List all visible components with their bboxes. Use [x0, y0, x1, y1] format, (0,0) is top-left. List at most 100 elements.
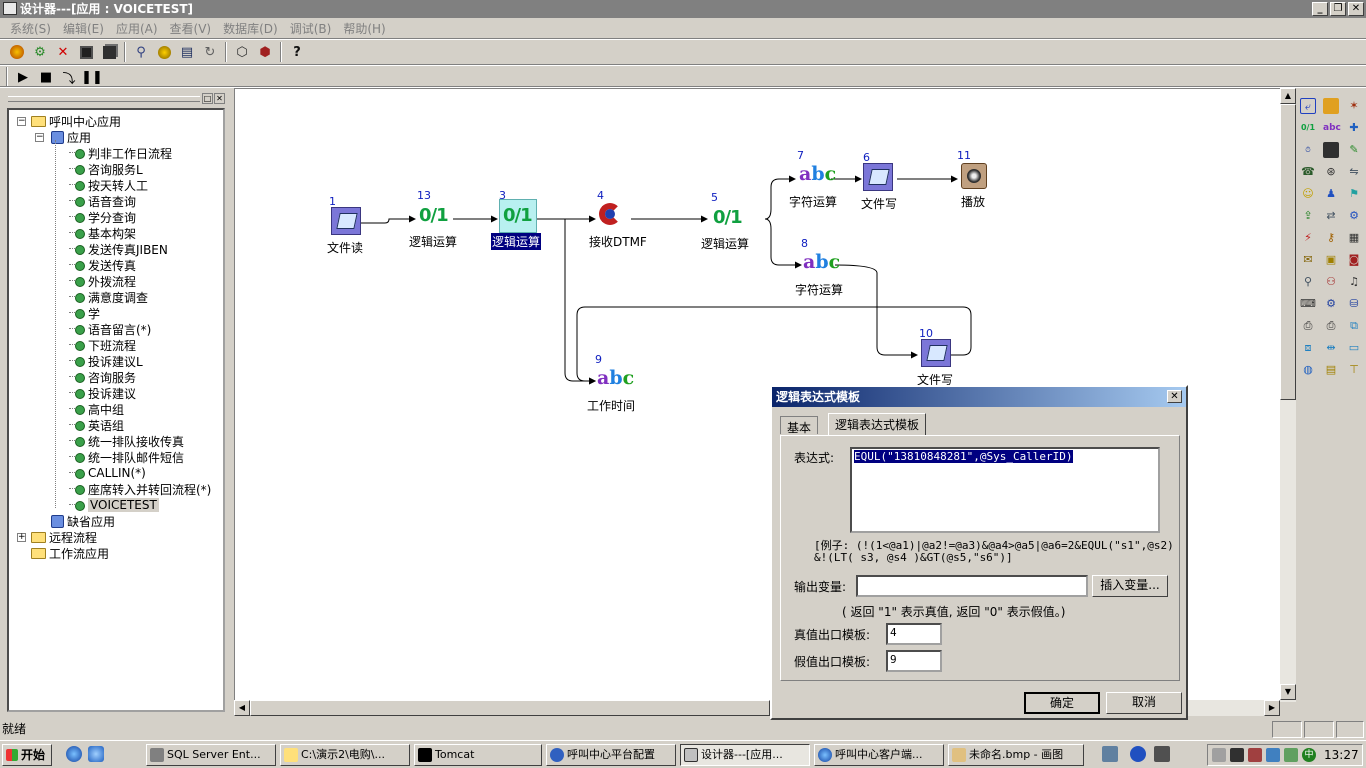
end-icon[interactable]: ⊤: [1346, 362, 1362, 378]
tree-flow-item[interactable]: 统一排队接收传真: [69, 433, 184, 449]
tree-flow-item[interactable]: 按天转人工: [69, 177, 148, 193]
tree-flow-item[interactable]: 学: [69, 305, 100, 321]
ie-icon[interactable]: [66, 746, 82, 762]
route-icon[interactable]: ⇄: [1323, 208, 1339, 224]
collapse-icon[interactable]: −: [35, 133, 44, 142]
tab-basic[interactable]: 基本: [780, 416, 819, 435]
step-icon[interactable]: ⤵: [58, 66, 80, 88]
start-button[interactable]: 开始: [2, 744, 52, 766]
time-icon[interactable]: ⏱: [1300, 142, 1316, 158]
tree-flow-item[interactable]: 英语组: [69, 417, 124, 433]
scroll-up-icon[interactable]: ▲: [1280, 88, 1296, 104]
calc-icon[interactable]: ✚: [1346, 120, 1362, 136]
tree-flow-item[interactable]: VOICETEST: [69, 497, 159, 513]
task-sql-server[interactable]: SQL Server Ent...: [146, 744, 276, 766]
dial-icon[interactable]: ⊛: [1323, 164, 1339, 180]
dispatch-icon[interactable]: ⇹: [1323, 340, 1339, 356]
task-explorer[interactable]: C:\演示2\电购\...: [280, 744, 410, 766]
mail-icon[interactable]: ✉: [1300, 252, 1316, 268]
outlook-icon[interactable]: [88, 746, 104, 762]
task-client[interactable]: 呼叫中心客户端...: [814, 744, 944, 766]
tree-root[interactable]: 呼叫中心应用: [31, 113, 121, 129]
tree-flow-item[interactable]: 语音留言(*): [69, 321, 151, 337]
scroll-down-icon[interactable]: ▼: [1280, 684, 1296, 700]
connect-icon[interactable]: ⧈: [1300, 340, 1316, 356]
volume-tray-icon[interactable]: [1154, 746, 1170, 762]
pane-restore-button[interactable]: □: [202, 93, 213, 104]
tray-icon[interactable]: [1230, 748, 1244, 762]
tree-flow-item[interactable]: 下班流程: [69, 337, 136, 353]
tree-default-app[interactable]: 缺省应用: [51, 513, 115, 529]
tray-icon[interactable]: [1266, 748, 1280, 762]
tray-icon[interactable]: [1212, 748, 1226, 762]
true-template-field[interactable]: 4: [886, 623, 942, 645]
pane-grip[interactable]: [8, 96, 200, 102]
keyboard-icon[interactable]: ⌨: [1300, 296, 1316, 312]
expand-icon[interactable]: +: [17, 533, 26, 542]
menu-edit[interactable]: 编辑(E): [57, 18, 110, 38]
pause-icon[interactable]: ❚❚: [81, 66, 103, 88]
print-icon[interactable]: ⎙: [1300, 318, 1316, 334]
menu-help[interactable]: 帮助(H): [337, 18, 391, 38]
script-icon[interactable]: ▤: [1323, 362, 1339, 378]
string-palette-icon[interactable]: abc: [1323, 120, 1341, 136]
volume-icon[interactable]: ♫: [1346, 274, 1362, 290]
tree-flow-item[interactable]: 座席转入并转回流程(*): [69, 481, 211, 497]
tree-flow-item[interactable]: 外拨流程: [69, 273, 136, 289]
group-icon[interactable]: ⚑: [1346, 186, 1362, 202]
conference-icon[interactable]: ⚇: [1323, 274, 1339, 290]
vertical-scrollbar[interactable]: ▲ ▼: [1280, 88, 1296, 702]
help-tray-icon[interactable]: [1130, 746, 1146, 762]
settings-icon[interactable]: ⚙: [29, 41, 51, 63]
save-icon[interactable]: [75, 41, 97, 63]
help-icon[interactable]: ?: [286, 41, 308, 63]
monitor-icon[interactable]: ▭: [1346, 340, 1362, 356]
tray-icon[interactable]: [1284, 748, 1298, 762]
save-palette-icon[interactable]: [1323, 142, 1339, 158]
pane-close-button[interactable]: ✕: [214, 93, 225, 104]
ime-icon[interactable]: 中: [1302, 748, 1316, 762]
menu-debug[interactable]: 调试(B): [284, 18, 338, 38]
branch-icon[interactable]: ✶: [1346, 98, 1362, 114]
tool-icon[interactable]: ✎: [1346, 142, 1362, 158]
horizontal-scroll-thumb[interactable]: [250, 700, 770, 716]
expression-field[interactable]: EQUL("13810848281",@Sys_CallerID): [850, 447, 1160, 533]
record-icon[interactable]: ◙: [1346, 252, 1362, 268]
web-icon[interactable]: ◍: [1300, 362, 1316, 378]
transfer-icon[interactable]: ⇋: [1346, 164, 1362, 180]
tree-flow-item[interactable]: 高中组: [69, 401, 124, 417]
queue-icon[interactable]: ⇪: [1300, 208, 1316, 224]
vertical-scroll-thumb[interactable]: [1280, 104, 1296, 400]
menu-view[interactable]: 查看(V): [164, 18, 218, 38]
tree-workflow-apps[interactable]: 工作流应用: [31, 545, 109, 561]
collapse-icon[interactable]: −: [17, 117, 26, 126]
tree-flow-item[interactable]: 咨询服务: [69, 369, 136, 385]
ok-button[interactable]: 确定: [1024, 692, 1100, 714]
delete-icon[interactable]: ✕: [52, 41, 74, 63]
find-icon[interactable]: ⚲: [130, 41, 152, 63]
phone-icon[interactable]: ☎: [1300, 164, 1316, 180]
split-icon[interactable]: ⚡: [1300, 230, 1316, 246]
printer-icon[interactable]: ⎙: [1323, 318, 1339, 334]
compile-icon[interactable]: [153, 41, 175, 63]
open-icon[interactable]: [6, 41, 28, 63]
link-icon[interactable]: ⧉: [1346, 318, 1362, 334]
database-icon[interactable]: ⛁: [1346, 296, 1362, 312]
box-icon[interactable]: [1323, 98, 1339, 114]
close-button[interactable]: ✕: [1348, 2, 1364, 16]
pointer-icon[interactable]: ⤶: [1300, 98, 1316, 114]
fax-icon[interactable]: ▣: [1323, 252, 1339, 268]
cancel-button[interactable]: 取消: [1106, 692, 1182, 714]
insert-variable-button[interactable]: 插入变量...: [1092, 575, 1168, 597]
tree-flow-item[interactable]: 语音查询: [69, 193, 136, 209]
hook-icon[interactable]: ⚲: [1300, 274, 1316, 290]
tree-flow-item[interactable]: 基本构架: [69, 225, 136, 241]
network-icon[interactable]: ⚙: [1346, 208, 1362, 224]
tree-flow-item[interactable]: 投诉建议L: [69, 353, 143, 369]
deploy-icon[interactable]: ⬢: [254, 41, 276, 63]
false-template-field[interactable]: 9: [886, 650, 942, 672]
restore-button[interactable]: ❐: [1330, 2, 1346, 16]
tree-flow-item[interactable]: 判非工作日流程: [69, 145, 172, 161]
stop-icon[interactable]: ■: [35, 66, 57, 88]
lock-icon[interactable]: ⚷: [1323, 230, 1339, 246]
